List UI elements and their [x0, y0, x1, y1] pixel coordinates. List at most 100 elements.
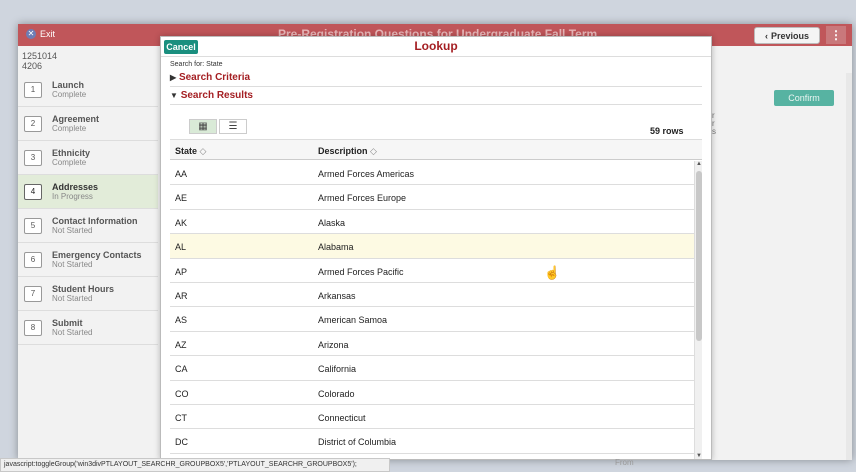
search-criteria-toggle[interactable]: ▶ Search Criteria [170, 72, 250, 83]
nav-item-title: Submit [52, 318, 83, 328]
previous-label: Previous [770, 30, 810, 41]
chevron-left-icon: ‹ [764, 30, 768, 41]
term-id: 4206 [22, 61, 43, 71]
table-row[interactable]: AS American Samoa [170, 307, 694, 332]
nav-item-title: Launch [52, 80, 85, 90]
lookup-modal: Cancel Lookup Search for: State ▶ Search… [160, 36, 712, 460]
nav-item-status: Not Started [52, 294, 93, 303]
nav-item-submit[interactable]: 8 Submit Not Started [18, 311, 158, 345]
scroll-up-icon[interactable]: ▲ [695, 161, 703, 167]
table-row[interactable]: CA California [170, 356, 694, 381]
state-cell: AL [175, 242, 187, 253]
nav-item-launch[interactable]: 1 Launch Complete [18, 73, 158, 107]
modal-header: Cancel Lookup [161, 37, 711, 57]
divider [170, 104, 702, 105]
description-cell: Alabama [318, 242, 354, 253]
nav-item-student-hours[interactable]: 7 Student Hours Not Started [18, 277, 158, 311]
list-view-icon[interactable]: ☰ [219, 119, 247, 134]
description-cell: Connecticut [318, 412, 366, 423]
pointer-hand-icon: ☝ [544, 265, 561, 280]
nav-item-ethnicity[interactable]: 3 Ethnicity Complete [18, 141, 158, 175]
column-header-state[interactable]: State ◇ [175, 146, 206, 157]
description-cell: Colorado [318, 388, 355, 399]
step-number: 1 [24, 82, 42, 98]
scroll-down-icon[interactable]: ▼ [695, 453, 703, 459]
step-number: 4 [24, 184, 42, 200]
exit-button[interactable]: ✕ Exit [26, 29, 55, 39]
nav-item-status: Not Started [52, 226, 93, 235]
nav-item-emergency-contacts[interactable]: 6 Emergency Contacts Not Started [18, 243, 158, 277]
caret-down-icon: ▼ [170, 91, 178, 100]
description-cell: Alaska [318, 217, 346, 228]
step-number: 8 [24, 320, 42, 336]
table-row[interactable]: AL Alabama [170, 234, 694, 259]
app-frame: ✕ Exit Pre-Registration Questions for Un… [18, 24, 852, 460]
nav-item-addresses[interactable]: 4 Addresses In Progress [18, 175, 158, 209]
description-cell: Armed Forces Europe [318, 193, 407, 204]
scrollbar-thumb[interactable] [696, 171, 702, 341]
step-number: 3 [24, 150, 42, 166]
table-row[interactable]: AP Armed Forces Pacific [170, 259, 694, 283]
results-table-header: State ◇ Description ◇ [170, 139, 702, 160]
search-results-toggle[interactable]: ▼ Search Results [170, 90, 253, 101]
description-cell: Arizona [318, 339, 349, 350]
search-for-label: Search for: State [170, 61, 223, 68]
confirm-button[interactable]: Confirm [774, 90, 834, 106]
nav-item-contact-information[interactable]: 5 Contact Information Not Started [18, 209, 158, 243]
nav-item-status: Complete [52, 90, 87, 99]
nav-item-title: Ethnicity [52, 148, 91, 158]
table-row[interactable]: AA Armed Forces Americas [170, 161, 694, 186]
sort-icon: ◇ [199, 146, 207, 156]
table-row[interactable]: AE Armed Forces Europe [170, 185, 694, 210]
nav-item-status: Not Started [52, 260, 93, 269]
exit-label: Exit [40, 29, 56, 39]
state-cell: AA [175, 169, 188, 179]
description-cell: American Samoa [318, 315, 388, 326]
nav-item-title: Addresses [52, 182, 99, 192]
nav-item-status: In Progress [52, 192, 93, 201]
divider [170, 86, 702, 87]
nav-item-title: Emergency Contacts [52, 250, 142, 260]
state-cell: AR [175, 290, 188, 301]
nav-item-title: Agreement [52, 114, 100, 124]
table-row[interactable]: CT Connecticut [170, 405, 694, 430]
page-scrollbar[interactable] [846, 73, 852, 460]
state-cell: AK [175, 217, 188, 228]
caret-right-icon: ▶ [170, 73, 177, 82]
table-row[interactable]: AK Alaska [170, 210, 694, 235]
close-circle-icon: ✕ [26, 29, 36, 39]
column-header-description[interactable]: Description ◇ [318, 146, 377, 157]
nav-item-status: Complete [52, 158, 87, 167]
column-header-label: Description [318, 146, 368, 156]
nav-item-agreement[interactable]: 2 Agreement Complete [18, 107, 158, 141]
nav-item-title: Student Hours [52, 284, 114, 294]
table-row[interactable]: AR Arkansas [170, 283, 694, 308]
description-cell: Armed Forces Pacific [318, 266, 404, 277]
student-id: 1251014 [22, 51, 58, 61]
main-content-edge: Confirm r r s [708, 73, 852, 460]
obscured-text-fragment: s [712, 127, 716, 136]
nav-item-status: Complete [52, 124, 87, 133]
state-cell: AS [175, 315, 188, 326]
step-number: 6 [24, 252, 42, 268]
sort-icon: ◇ [370, 146, 377, 156]
table-row[interactable]: AZ Arizona [170, 332, 694, 357]
column-header-label: State [175, 146, 198, 156]
table-row[interactable]: CO Colorado [170, 381, 694, 405]
description-cell: Arkansas [318, 290, 356, 301]
results-scrollbar[interactable]: ▲ ▼ [694, 161, 702, 459]
state-cell: CT [175, 412, 187, 423]
search-results-label: Search Results [180, 90, 253, 101]
search-criteria-label: Search Criteria [178, 72, 251, 83]
description-cell: California [318, 364, 357, 375]
table-row[interactable]: DC District of Columbia [170, 429, 694, 454]
step-number: 7 [24, 286, 42, 302]
nav-item-title: Contact Information [52, 216, 138, 226]
previous-button[interactable]: ‹ Previous [754, 27, 820, 44]
description-cell: District of Columbia [318, 437, 397, 448]
state-cell: AZ [175, 339, 187, 350]
grid-view-icon[interactable]: ▦ [189, 119, 217, 134]
modal-title: Lookup [414, 39, 458, 53]
nav-item-status: Not Started [52, 328, 93, 337]
more-vertical-icon[interactable]: ⋮ [826, 26, 846, 44]
